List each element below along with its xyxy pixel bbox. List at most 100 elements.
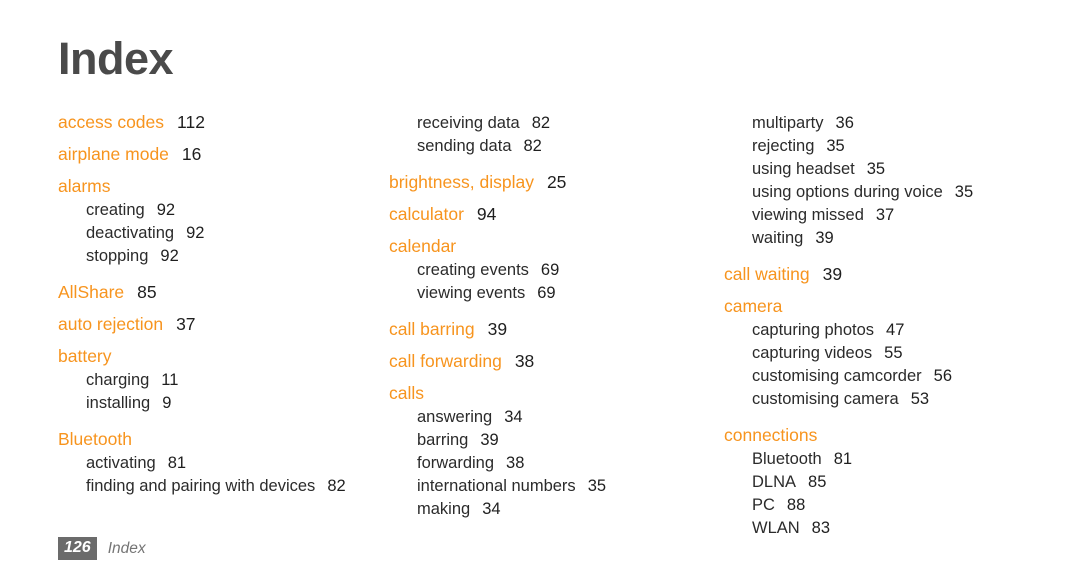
index-entry-sub[interactable]: Bluetooth 81 [724,448,1064,471]
index-entry-page-number: 82 [523,137,542,155]
index-entry-page-number: 37 [875,206,895,224]
index-entry-page-number: 92 [160,247,179,265]
index-entry-sub[interactable]: using headset 35 [724,158,1064,181]
index-entry-main[interactable]: call forwarding 38 [389,351,714,371]
index-entry-label: capturing videos [752,344,873,362]
index-entry-sub[interactable]: creating 92 [58,199,378,222]
index-entry-page-number: 36 [835,114,854,132]
index-entry-main[interactable]: Bluetooth [58,429,378,449]
index-entry-label: battery [58,346,112,366]
index-entry-page-number: 39 [815,229,834,247]
index-entry-page-number: 85 [808,473,827,491]
index-entry-sub[interactable]: creating events 69 [389,259,714,282]
footer-section-label: Index [107,539,146,557]
index-entry-sub[interactable]: customising camcorder 56 [724,365,1064,388]
index-entry-main[interactable]: auto rejection 37 [58,314,378,334]
index-entry-page-number: 39 [480,431,499,449]
index-entry-label: call forwarding [389,351,502,371]
index-entry-label: Bluetooth [58,429,132,449]
index-entry-page-number: 112 [177,112,205,132]
index-entry-main[interactable]: camera [724,296,1064,316]
index-entry-label: camera [724,296,783,316]
index-entry-label: WLAN [752,519,800,537]
index-entry-page-number: 56 [933,367,952,385]
index-entry-page-number: 35 [866,160,886,178]
index-column-2: receiving data 82 sending data 82 brightness… [389,112,714,521]
index-entry-sub[interactable]: capturing photos 47 [724,319,1064,342]
index-entry-page-number: 69 [540,261,560,279]
index-entry-sub[interactable]: charging 11 [58,369,378,392]
index-entry-main[interactable]: calendar [389,236,714,256]
index-entry-main[interactable]: call barring 39 [389,319,714,339]
index-entry-sub[interactable]: forwarding 38 [389,452,714,475]
index-entry-label: alarms [58,176,111,196]
index-entry-main[interactable]: airplane mode 16 [58,144,378,164]
index-entry-label: AllShare [58,282,125,302]
index-entry-label: creating events [417,261,529,279]
index-entry-label: DLNA [752,473,797,491]
index-entry-label: charging [86,371,150,389]
index-entry-sub[interactable]: customising camera 53 [724,388,1064,411]
index-entry-page-number: 82 [327,477,346,495]
index-entry-sub[interactable]: viewing missed 37 [724,204,1064,227]
index-entry-label: rejecting [752,137,815,155]
index-page: Index access codes 112 airplane mode 16 alar… [0,0,1080,586]
index-entry-main[interactable]: brightness, display 25 [389,172,714,192]
index-entry-main[interactable]: calls [389,383,714,403]
index-entry-page-number: 25 [546,172,567,192]
index-entry-label: customising camcorder [752,367,922,385]
index-entry-sub[interactable]: international numbers 35 [389,475,714,498]
index-entry-main[interactable]: AllShare 85 [58,282,378,302]
index-entry-main[interactable]: access codes 112 [58,112,378,132]
index-column-3: multiparty 36 rejecting 35 using headset 35 us… [724,112,1064,540]
index-entry-sub[interactable]: stopping 92 [58,245,378,268]
index-entry-sub[interactable]: rejecting 35 [724,135,1064,158]
index-entry-main[interactable]: alarms [58,176,378,196]
index-entry-page-number: 34 [504,408,523,426]
index-entry-main[interactable]: calculator 94 [389,204,714,224]
index-entry-sub[interactable]: deactivating 92 [58,222,378,245]
index-entry-sub[interactable]: using options during voice 35 [724,181,1064,204]
index-entry-sub[interactable]: receiving data 82 [389,112,714,135]
index-entry-sub[interactable]: installing 9 [58,392,378,415]
index-entry-sub[interactable]: DLNA 85 [724,471,1064,494]
index-entry-label: waiting [752,229,804,247]
index-entry-sub[interactable]: making 34 [389,498,714,521]
index-entry-sub[interactable]: viewing events 69 [389,282,714,305]
index-entry-page-number: 16 [181,144,202,164]
index-entry-sub[interactable]: PC 88 [724,494,1064,517]
index-entry-main[interactable]: call waiting 39 [724,264,1064,284]
index-entry-page-number: 34 [482,500,501,518]
index-entry-label: brightness, display [389,172,534,192]
index-entry-sub[interactable]: multiparty 36 [724,112,1064,135]
index-entry-label: multiparty [752,114,824,132]
index-entry-label: call waiting [724,264,810,284]
index-entry-page-number: 55 [884,344,903,362]
index-entry-label: access codes [58,112,165,132]
index-entry-sub[interactable]: sending data 82 [389,135,714,158]
page-title: Index [58,33,174,84]
index-entry-label: finding and pairing with devices [86,477,316,495]
index-entry-label: PC [752,496,775,514]
index-entry-page-number: 9 [162,394,172,412]
index-entry-main[interactable]: connections [724,425,1064,445]
index-entry-label: capturing photos [752,321,875,339]
index-entry-page-number: 83 [811,519,831,537]
index-entry-sub[interactable]: barring 39 [389,429,714,452]
index-entry-label: using headset [752,160,855,178]
index-entry-label: calendar [389,236,457,256]
index-entry-sub[interactable]: activating 81 [58,452,378,475]
index-entry-label: viewing events [417,284,526,302]
index-entry-page-number: 35 [954,183,974,201]
index-entry-sub[interactable]: finding and pairing with devices 82 [58,475,378,498]
index-entry-page-number: 38 [506,454,525,472]
index-entry-sub[interactable]: capturing videos 55 [724,342,1064,365]
index-entry-sub[interactable]: waiting 39 [724,227,1064,250]
page-footer: 126 Index [58,537,146,560]
index-entry-sub[interactable]: WLAN 83 [724,517,1064,540]
index-entry-page-number: 85 [137,282,157,302]
index-entry-sub[interactable]: answering 34 [389,406,714,429]
index-entry-page-number: 92 [186,224,205,242]
index-entry-main[interactable]: battery [58,346,378,366]
index-entry-page-number: 53 [910,390,930,408]
